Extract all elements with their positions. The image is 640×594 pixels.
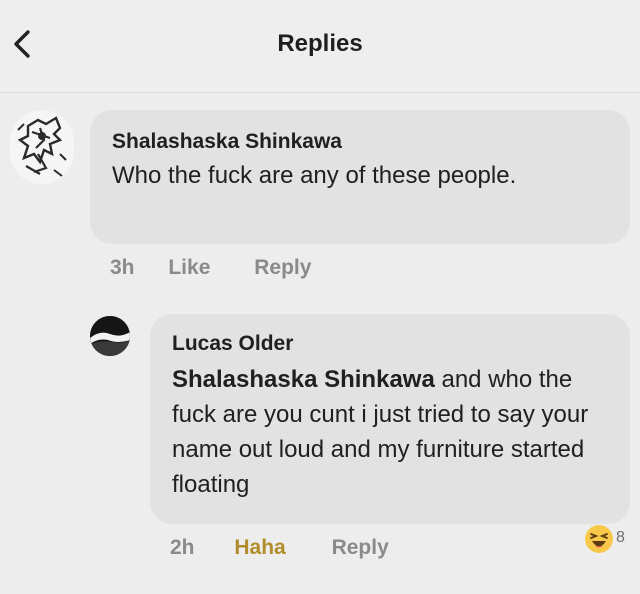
reply-text: Shalashaska Shinkawa and who the fuck ar… <box>172 362 622 502</box>
haha-reaction-button[interactable]: Haha <box>234 536 285 560</box>
reply-button[interactable]: Reply <box>254 256 311 280</box>
reply-timestamp: 2h <box>170 536 195 559</box>
reply-author[interactable]: Lucas Older <box>172 332 293 356</box>
reply-button[interactable]: Reply <box>332 536 389 560</box>
replier-avatar[interactable] <box>90 316 130 356</box>
comment-author[interactable]: Shalashaska Shinkawa <box>112 130 342 154</box>
landscape-avatar-image <box>90 316 130 356</box>
like-button[interactable]: Like <box>168 256 210 280</box>
comment-timestamp: 3h <box>110 256 135 279</box>
reaction-count: 8 <box>616 529 625 546</box>
reaction-summary[interactable]: 8 <box>584 524 636 554</box>
page-title: Replies <box>277 30 363 57</box>
laughing-emoji-icon <box>585 525 613 553</box>
comment-bubble: Shalashaska Shinkawa Who the fuck are an… <box>90 110 630 244</box>
sketch-avatar-image <box>10 110 74 184</box>
commenter-avatar[interactable] <box>10 110 74 184</box>
reply-bubble: Lucas Older Shalashaska Shinkawa and who… <box>150 314 630 524</box>
mention-link[interactable]: Shalashaska Shinkawa <box>172 366 435 393</box>
reply-actions: 2h Haha Reply <box>170 536 389 560</box>
comment-actions: 3h Like Reply <box>110 256 311 280</box>
header-bar: Replies <box>0 0 640 93</box>
comment-text: Who the fuck are any of these people. <box>112 162 517 189</box>
